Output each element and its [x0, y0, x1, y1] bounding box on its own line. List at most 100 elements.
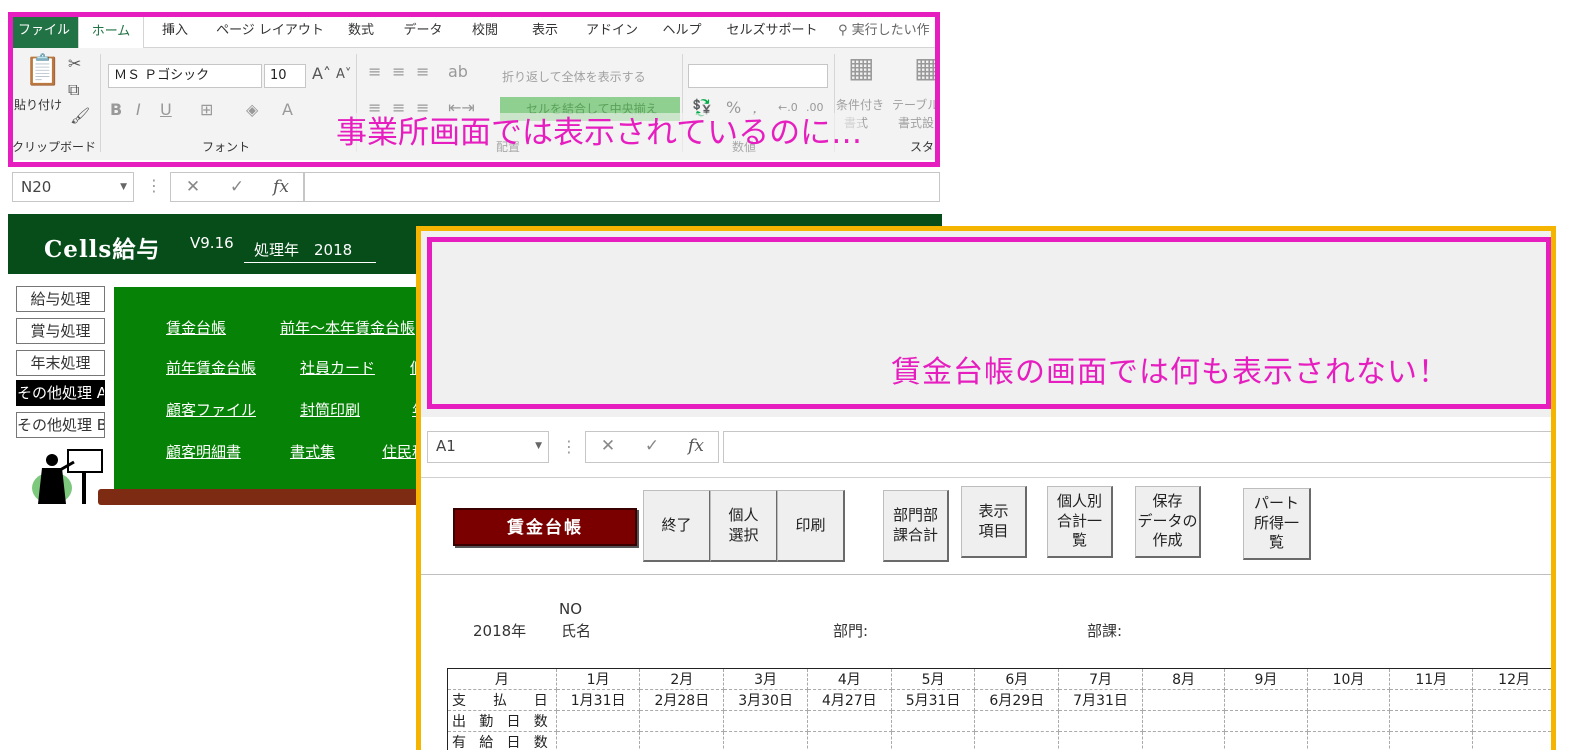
exit-button[interactable]: 終了: [643, 490, 711, 562]
display-items-button[interactable]: 表示 項目: [961, 486, 1027, 558]
table-cell[interactable]: 7月31日: [1058, 689, 1143, 711]
link-employee-card[interactable]: 社員カード: [300, 357, 375, 378]
enter-icon[interactable]: ✓: [215, 173, 259, 201]
table-cell[interactable]: [1389, 710, 1474, 732]
name-box-value: A1: [436, 437, 456, 455]
row-label: 有給日数: [447, 731, 557, 750]
link-forms[interactable]: 書式集: [290, 441, 335, 462]
table-cell[interactable]: [1141, 710, 1226, 732]
row-label: 支払日: [447, 689, 557, 711]
cancel-icon[interactable]: ✕: [586, 432, 630, 460]
formula-buttons: ✕ ✓ fx: [170, 172, 304, 202]
table-cell[interactable]: 6月29日: [974, 689, 1060, 711]
create-saved-data-button[interactable]: 保存 データの 作成: [1135, 486, 1201, 558]
table-cell[interactable]: 5月31日: [890, 689, 976, 711]
link-client-file[interactable]: 顧客ファイル: [166, 399, 256, 420]
table-cell[interactable]: [1141, 689, 1226, 711]
wage-ledger-title-button[interactable]: 賃金台帳: [453, 508, 637, 546]
link-prev-year-ledger[interactable]: 前年賃金台帳: [166, 357, 256, 378]
name-box[interactable]: A1 ▼: [427, 431, 549, 463]
table-cell[interactable]: [1224, 710, 1308, 732]
link-client-statement[interactable]: 顧客明細書: [166, 441, 241, 462]
table-cell[interactable]: [806, 731, 892, 750]
callout-nothing-shown: 賃金台帳の画面では何も表示されない！: [891, 355, 1449, 390]
row-label: 出勤日数: [447, 710, 557, 732]
table-cell[interactable]: [1306, 731, 1391, 750]
table-cell[interactable]: [974, 710, 1060, 732]
part-income-list-button[interactable]: パート 所得一 覧: [1243, 488, 1311, 560]
table-cell[interactable]: [1224, 731, 1308, 750]
month-column-header: 9月: [1224, 668, 1308, 690]
more-icon: ⋮: [146, 176, 162, 195]
table-cell[interactable]: [1472, 731, 1551, 750]
table-cell[interactable]: [1141, 731, 1226, 750]
month-column-header: 1月: [555, 668, 641, 690]
formula-bar: N20 ▼ ⋮ ✕ ✓ fx: [10, 170, 940, 204]
insert-function-icon[interactable]: fx: [259, 173, 303, 201]
table-cell[interactable]: [1306, 710, 1391, 732]
department-label: 部門:: [833, 622, 869, 640]
table-cell[interactable]: 2月28日: [639, 689, 725, 711]
divider: [421, 574, 1551, 575]
table-cell[interactable]: [1058, 731, 1143, 750]
table-cell[interactable]: [1472, 689, 1551, 711]
menu-year-end[interactable]: 年末処理: [16, 350, 105, 376]
menu-bonus[interactable]: 賞与処理: [16, 318, 105, 344]
month-column-header: 10月: [1306, 668, 1391, 690]
select-individual-button[interactable]: 個人 選択: [710, 490, 778, 562]
name-box[interactable]: N20 ▼: [12, 172, 134, 202]
table-cell[interactable]: [1472, 710, 1551, 732]
formula-input[interactable]: [304, 172, 940, 202]
individual-total-list-button[interactable]: 個人別 合計一 覧: [1047, 486, 1113, 558]
link-envelope-print[interactable]: 封筒印刷: [300, 399, 360, 420]
table-cell[interactable]: [1058, 710, 1143, 732]
menu-other-a[interactable]: その他処理 A: [16, 380, 105, 406]
table-cell[interactable]: [1389, 731, 1474, 750]
link-prev-current-ledger[interactable]: 前年～本年賃金台帳: [280, 317, 415, 338]
app-version: V9.16: [190, 234, 234, 252]
month-column-header: 5月: [890, 668, 976, 690]
name-box-value: N20: [21, 178, 52, 196]
table-cell[interactable]: [1306, 689, 1391, 711]
menu-panel: 賃金台帳 前年～本年賃金台帳 前年賃金台帳 社員カード 個 顧客ファイル 封筒印…: [114, 287, 430, 492]
processing-year: 処理年 2018: [244, 239, 376, 263]
decorative-board: [98, 489, 430, 505]
link-wage-ledger[interactable]: 賃金台帳: [166, 317, 226, 338]
table-cell[interactable]: [639, 710, 725, 732]
formula-input[interactable]: [723, 431, 1551, 463]
wage-ledger-window: 賃金台帳の画面では何も表示されない！ A1 ▼ ⋮ ✕ ✓ fx 賃金台帳 終了 個…: [416, 226, 1556, 750]
table-row: 支払日 1月31日 2月28日 3月30日 4月27日 5月31日 6月29日 7月31日: [447, 689, 1551, 711]
insert-function-icon[interactable]: fx: [674, 432, 718, 460]
menu-other-b[interactable]: その他処理 B: [16, 412, 105, 438]
table-cell[interactable]: 3月30日: [723, 689, 808, 711]
menu-payroll[interactable]: 給与処理: [16, 286, 105, 312]
dept-section-total-button[interactable]: 部門部 課合計: [883, 490, 949, 562]
year-value: 2018年: [473, 622, 527, 640]
month-column-header: 4月: [806, 668, 892, 690]
table-cell[interactable]: 1月31日: [555, 689, 641, 711]
print-button[interactable]: 印刷: [777, 490, 845, 562]
month-column-header: 6月: [974, 668, 1060, 690]
table-cell[interactable]: [890, 731, 976, 750]
section-label: 部課:: [1087, 622, 1123, 640]
cancel-icon[interactable]: ✕: [171, 173, 215, 201]
wage-ledger-table: 月 1月 2月 3月 4月 5月 6月 7月 8月 9月 10月 11月 12月 支払日 1月31日 2月28…: [447, 668, 1551, 750]
table-cell[interactable]: [555, 710, 641, 732]
month-column-header: 11月: [1389, 668, 1474, 690]
table-cell[interactable]: [1389, 689, 1474, 711]
table-cell[interactable]: [890, 710, 976, 732]
table-cell[interactable]: [974, 731, 1060, 750]
table-cell[interactable]: [806, 710, 892, 732]
table-cell[interactable]: [723, 731, 808, 750]
month-column-header: 2月: [639, 668, 725, 690]
table-cell[interactable]: [639, 731, 725, 750]
no-label: NO: [559, 600, 583, 618]
table-cell[interactable]: [1224, 689, 1308, 711]
table-cell[interactable]: 4月27日: [806, 689, 892, 711]
enter-icon[interactable]: ✓: [630, 432, 674, 460]
chevron-down-icon[interactable]: ▼: [535, 432, 542, 460]
table-cell[interactable]: [723, 710, 808, 732]
table-cell[interactable]: [555, 731, 641, 750]
month-column-header: 3月: [723, 668, 808, 690]
chevron-down-icon[interactable]: ▼: [120, 173, 127, 201]
